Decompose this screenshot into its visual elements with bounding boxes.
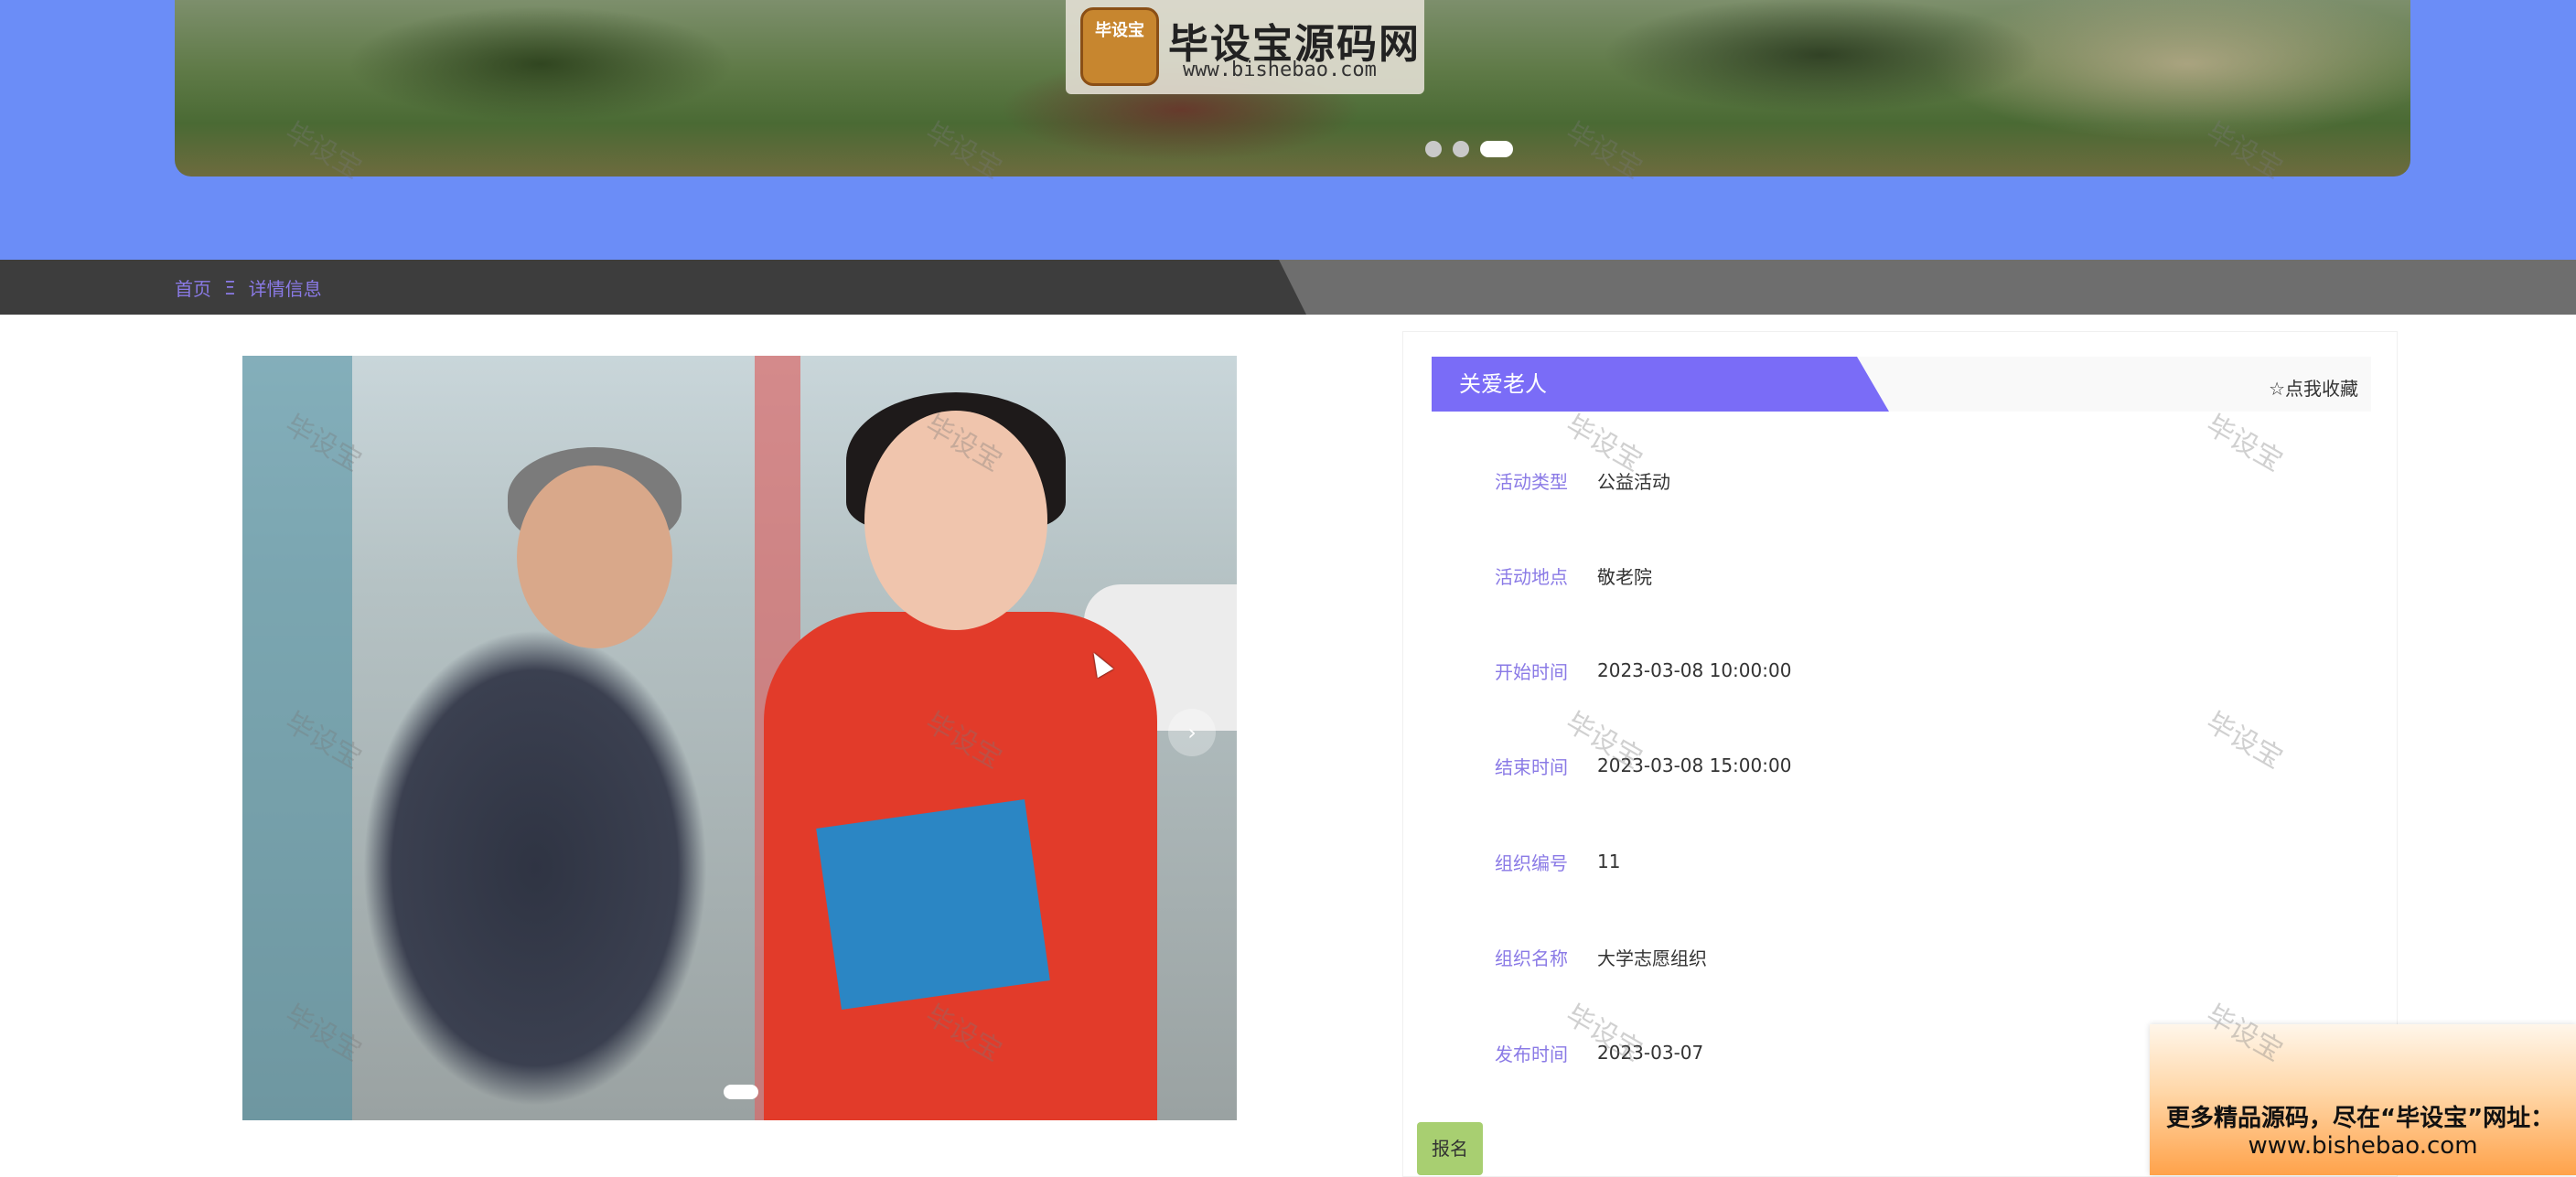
field-value: 2023-03-08 15:00:00: [1597, 754, 1792, 776]
photo-dot-active[interactable]: [724, 1085, 758, 1099]
detail-header: 关爱老人 ☆点我收藏: [1432, 357, 2371, 412]
logo-mark-text: 毕设宝: [1095, 21, 1144, 40]
field-label: 组织编号: [1495, 851, 1568, 874]
banner-dot[interactable]: [1425, 141, 1442, 157]
field-org-id: 组织编号 11: [1495, 848, 1620, 875]
breadcrumb: 首页 Ξ 详情信息: [175, 274, 322, 301]
field-org-name: 组织名称 大学志愿组织: [1495, 943, 1707, 970]
banner-carousel[interactable]: 毕设宝 毕设宝源码网 www.bishebao.com: [175, 0, 2410, 177]
field-label: 组织名称: [1495, 947, 1568, 969]
banner-dots: [1425, 140, 1513, 158]
banner-dot-active[interactable]: [1480, 141, 1513, 157]
field-value: 2023-03-07: [1597, 1042, 1704, 1064]
field-activity-type: 活动类型 公益活动: [1495, 466, 1670, 494]
field-label: 开始时间: [1495, 660, 1568, 683]
photo-volunteer-face: [864, 411, 1047, 630]
logo-mark-icon: 毕设宝: [1080, 7, 1159, 86]
field-start-time: 开始时间 2023-03-08 10:00:00: [1495, 657, 1791, 684]
promo-line-2: www.bishebao.com: [2248, 1132, 2478, 1160]
site-logo: 毕设宝 毕设宝源码网 www.bishebao.com: [1066, 0, 1424, 94]
detail-title: 关爱老人: [1432, 357, 1889, 412]
favorite-button[interactable]: ☆点我收藏: [2269, 374, 2358, 401]
field-value: 公益活动: [1597, 470, 1670, 493]
field-label: 活动地点: [1495, 565, 1568, 588]
photo-elder-face: [517, 465, 672, 648]
photo-book: [816, 798, 1050, 1011]
field-value: 敬老院: [1597, 565, 1652, 588]
next-arrow-icon[interactable]: ›: [1168, 709, 1216, 756]
breadcrumb-bar: 首页 Ξ 详情信息: [0, 260, 2576, 315]
signup-button[interactable]: 报名: [1417, 1122, 1483, 1175]
promo-line-1: 更多精品源码，尽在“毕设宝”网址：: [2166, 1105, 2555, 1132]
banner-dot[interactable]: [1453, 141, 1469, 157]
field-label: 活动类型: [1495, 470, 1568, 493]
field-label: 结束时间: [1495, 755, 1568, 778]
field-value: 2023-03-08 10:00:00: [1597, 659, 1792, 681]
detail-photo-carousel[interactable]: ›: [242, 356, 1237, 1120]
field-label: 发布时间: [1495, 1043, 1568, 1065]
field-value: 11: [1597, 851, 1621, 872]
field-activity-location: 活动地点 敬老院: [1495, 562, 1652, 589]
promo-banner[interactable]: 更多精品源码，尽在“毕设宝”网址： www.bishebao.com: [2150, 1024, 2576, 1175]
logo-url: www.bishebao.com: [1183, 59, 1377, 81]
field-value: 大学志愿组织: [1597, 947, 1707, 969]
breadcrumb-home-link[interactable]: 首页: [175, 274, 211, 301]
breadcrumb-current: 详情信息: [248, 278, 322, 300]
breadcrumb-separator: Ξ: [224, 276, 236, 299]
field-end-time: 结束时间 2023-03-08 15:00:00: [1495, 752, 1791, 779]
field-publish-time: 发布时间 2023-03-07: [1495, 1039, 1703, 1066]
breadcrumb-bar-decoration: [1279, 260, 2576, 315]
